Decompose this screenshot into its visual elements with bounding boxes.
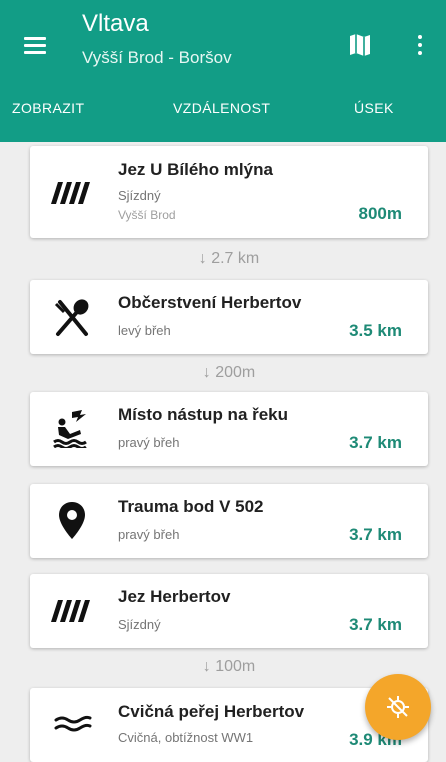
tab-vzdalenost[interactable]: VZDÁLENOST <box>173 100 270 116</box>
item-title: Občerstvení Herbertov <box>118 293 302 312</box>
list-item[interactable]: Místo nástup na řeku pravý břeh 3.7 km <box>30 392 428 466</box>
gps-off-button[interactable] <box>365 674 431 740</box>
item-title: Místo nástup na řeku <box>118 405 289 424</box>
app-bar: Vltava Vyšší Brod - Boršov ZOBRAZIT VZDÁ… <box>0 0 446 142</box>
page-subtitle: Vyšší Brod - Boršov <box>82 48 232 67</box>
distance-separator: ↓ 2.7 km <box>198 250 260 267</box>
restaurant-icon <box>50 298 94 338</box>
tab-usek[interactable]: ÚSEK <box>354 100 394 116</box>
list-item[interactable]: Trauma bod V 502 pravý břeh 3.7 km <box>30 484 428 558</box>
item-subtitle: Cvičná, obtížnost WW1 <box>118 730 254 745</box>
boat-launch-icon <box>50 408 94 450</box>
weir-icon <box>50 172 94 212</box>
item-subtitle: Sjízdný <box>118 188 161 203</box>
distance-separator: ↓ 100m <box>202 658 256 675</box>
item-subtitle: levý břeh <box>118 323 171 338</box>
list-item[interactable]: Jez U Bílého mlýna Sjízdný Vyšší Brod 80… <box>30 146 428 238</box>
item-title: Jez Herbertov <box>118 587 231 606</box>
item-distance: 3.7 km <box>349 433 402 452</box>
item-distance: 3.5 km <box>349 321 402 340</box>
menu-icon[interactable] <box>24 34 50 56</box>
weir-icon <box>50 592 94 632</box>
item-title: Trauma bod V 502 <box>118 497 264 516</box>
item-distance: 3.7 km <box>349 615 402 634</box>
item-subtitle: Sjízdný <box>118 617 161 632</box>
item-subtitle: pravý břeh <box>118 527 180 542</box>
item-subtitle: pravý břeh <box>118 435 180 450</box>
more-vert-icon[interactable] <box>414 32 426 58</box>
list-item[interactable]: Jez Herbertov Sjízdný 3.7 km <box>30 574 428 648</box>
location-pin-icon <box>50 500 94 540</box>
tab-zobrazit[interactable]: ZOBRAZIT <box>12 100 84 116</box>
list-item[interactable]: Občerstvení Herbertov levý břeh 3.5 km <box>30 280 428 354</box>
page-title: Vltava <box>82 10 149 37</box>
item-distance: 3.7 km <box>349 525 402 544</box>
item-title: Cvičná peřej Herbertov <box>118 702 305 721</box>
distance-separator: ↓ 200m <box>202 364 256 381</box>
item-distance: 800m <box>358 204 402 223</box>
item-location: Vyšší Brod <box>118 208 176 222</box>
rapids-icon <box>50 704 94 744</box>
item-title: Jez U Bílého mlýna <box>118 160 273 179</box>
gps-off-icon <box>387 696 409 718</box>
map-icon[interactable] <box>348 32 372 58</box>
